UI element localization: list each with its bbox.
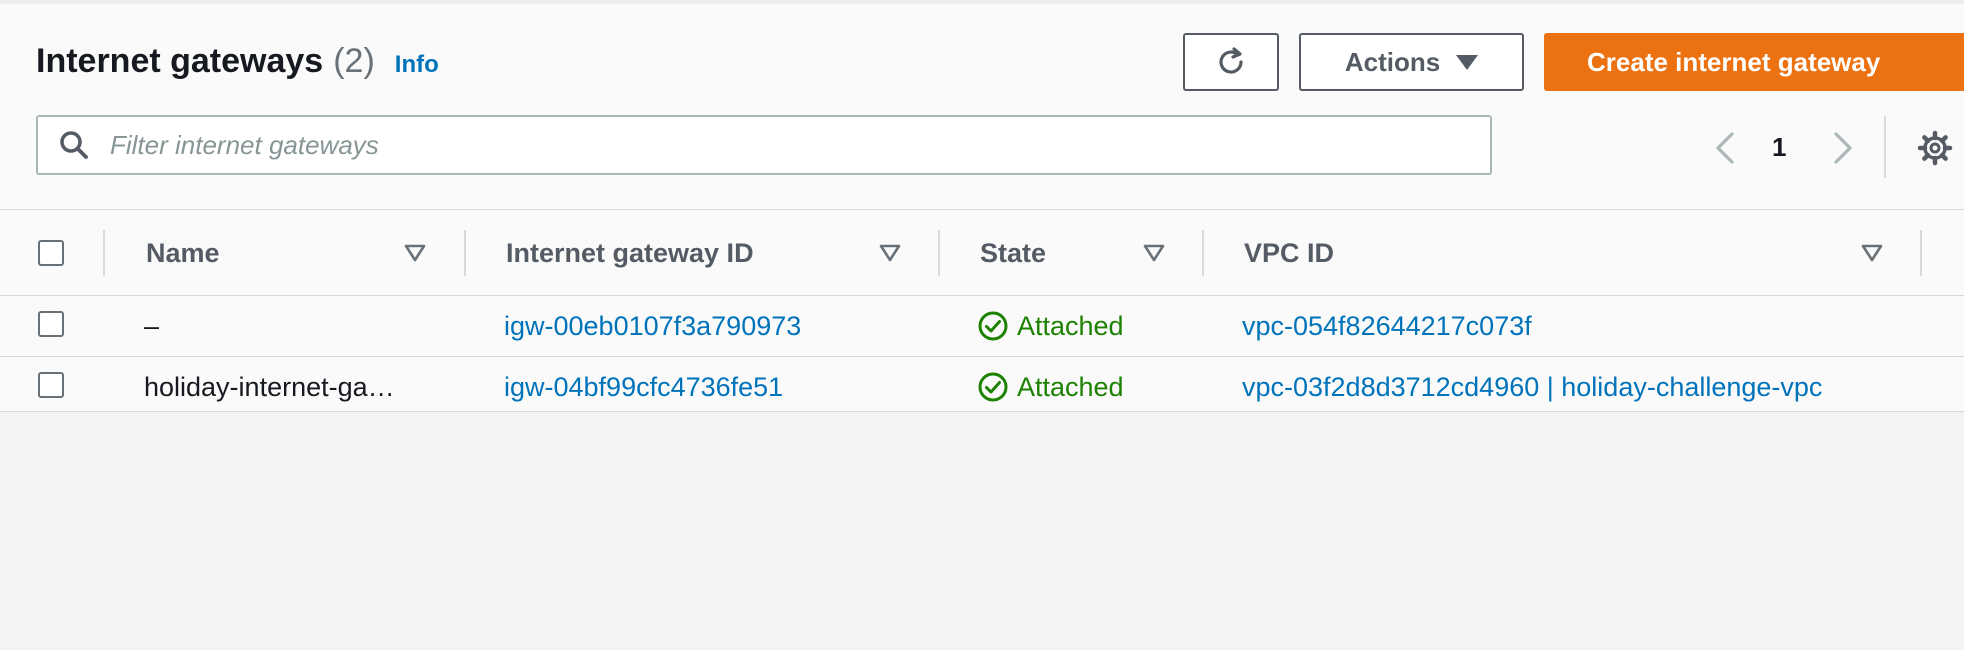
info-link[interactable]: Info (395, 51, 439, 79)
search-input[interactable] (108, 128, 1490, 162)
search-icon (56, 127, 92, 163)
cell-state: Attached (977, 296, 1124, 356)
table-row[interactable]: holiday-internet-ga… igw-04bf99cfc4736fe… (0, 357, 1964, 417)
gear-icon[interactable] (1917, 130, 1953, 166)
cell-state: Attached (977, 357, 1124, 417)
chevron-right-icon[interactable] (1828, 128, 1858, 168)
column-header-gateway-id[interactable]: Internet gateway ID (506, 210, 754, 296)
cell-name: holiday-internet-ga… (144, 371, 395, 402)
internet-gateways-panel: Internet gateways (2) Info Actions Creat… (0, 4, 1964, 412)
column-divider (464, 230, 466, 276)
column-header-name[interactable]: Name (146, 210, 220, 296)
row-checkbox[interactable] (38, 372, 64, 398)
sort-icon[interactable] (1861, 244, 1883, 262)
actions-button[interactable]: Actions (1299, 33, 1524, 91)
sort-icon[interactable] (879, 244, 901, 262)
refresh-button[interactable] (1183, 33, 1279, 91)
refresh-icon (1219, 47, 1243, 74)
row-checkbox[interactable] (38, 311, 64, 337)
sort-icon[interactable] (404, 244, 426, 262)
panel-header: Internet gateways (2) Info (36, 42, 439, 81)
page-number[interactable]: 1 (1772, 132, 1786, 163)
column-header-state[interactable]: State (980, 210, 1046, 296)
chevron-left-icon[interactable] (1710, 128, 1740, 168)
state-label: Attached (1017, 371, 1124, 402)
search-box[interactable] (36, 115, 1492, 175)
pager-divider (1884, 116, 1886, 178)
cell-vpc-id-link[interactable]: vpc-054f82644217c073f (1242, 296, 1532, 356)
column-divider (1920, 230, 1922, 276)
cell-vpc-id-link[interactable]: vpc-03f2d8d3712cd4960 | holiday-challeng… (1242, 357, 1822, 417)
table-row[interactable]: – igw-00eb0107f3a790973 Attached vpc-054… (0, 296, 1964, 357)
cell-gateway-id-link[interactable]: igw-00eb0107f3a790973 (504, 296, 801, 356)
sort-icon[interactable] (1143, 244, 1165, 262)
state-label: Attached (1017, 310, 1124, 341)
table-header: Name Internet gateway ID State VPC ID (0, 210, 1964, 296)
column-divider (1202, 230, 1204, 276)
check-circle-icon (978, 372, 1008, 402)
cell-gateway-id-link[interactable]: igw-04bf99cfc4736fe51 (504, 357, 783, 417)
column-divider (938, 230, 940, 276)
check-circle-icon (978, 311, 1008, 341)
actions-label: Actions (1344, 46, 1441, 77)
column-divider (103, 230, 105, 276)
select-all-checkbox[interactable] (38, 240, 64, 266)
create-internet-gateway-button[interactable]: Create internet gateway (1544, 33, 1964, 91)
column-header-vpc-id[interactable]: VPC ID (1244, 210, 1334, 296)
cell-name: – (144, 310, 160, 341)
caret-down-icon (1456, 54, 1479, 70)
gateway-count: (2) (333, 42, 375, 80)
page-title: Internet gateways (36, 42, 324, 80)
